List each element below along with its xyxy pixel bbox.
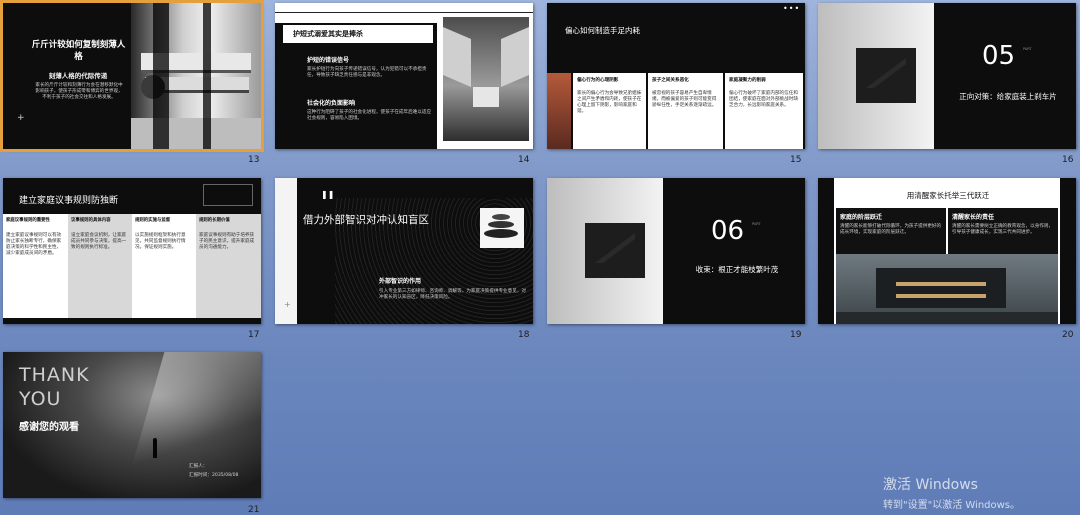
- section-title: 收束：根正才能枝繁叶茂: [695, 265, 779, 274]
- slide-thumbnail-20[interactable]: 用清醒家长托举三代跃迁 家庭的阶层跃迁 清醒的家长能够打破代际循环，为孩子提供更…: [818, 178, 1076, 324]
- slide-number: 20: [1062, 330, 1074, 340]
- building-photo: [836, 254, 1058, 324]
- column-card: 规则的长期价值 家庭议事规则有助于培养孩子的民主意识，提升家庭成员的沟通能力。: [196, 214, 261, 318]
- slide-title: 偏心如何制造手足内耗: [565, 26, 640, 35]
- thank-text: THANK: [19, 364, 90, 386]
- column-heading: 议事规则的具体内容: [71, 218, 111, 223]
- slide-body: 家长的斤斤计较和刻薄行为会在潜移默化中影响孩子，使孩子形成零和博弈的世界观，不利…: [35, 83, 123, 100]
- part-tag: PART: [752, 222, 761, 226]
- slide-number: 21: [248, 505, 260, 515]
- ground-shape: [131, 118, 261, 149]
- thanks-caption: 感谢您的观看: [19, 422, 79, 433]
- slide-thumbnail-17[interactable]: 建立家庭议事规则防独断 家庭议事规则的重要性 建立家庭议事规则可以有效防止家长独…: [3, 178, 261, 324]
- slide-number: 13: [248, 155, 260, 165]
- section-text: 清醒的家长需要树立正确的教育观念，以身作则，引导孩子健康成长，实现三代共同进步。: [952, 224, 1054, 235]
- plus-icon: +: [284, 300, 291, 309]
- section-heading: 护短的错误信号: [307, 57, 350, 64]
- text-card: 家庭的阶层跃迁 清醒的家长能够打破代际循环，为孩子提供更好的成长环境，实现家庭的…: [836, 208, 946, 254]
- column-heading: 家庭议事规则的重要性: [6, 218, 50, 223]
- top-rule: [275, 12, 533, 13]
- column-card: 偏心行为的心理阴影 家长的偏心行为会导致兄弟姐妹之间产生矛盾和内耗，使孩子在心理…: [573, 73, 646, 149]
- slide-number: 16: [1062, 155, 1074, 165]
- column-text: 家庭议事规则有助于培养孩子的民主意识，提升家庭成员的沟通能力。: [199, 233, 255, 250]
- column-heading: 孩子之间关系恶化: [652, 78, 689, 83]
- section-heading: 外部智识的作用: [379, 278, 422, 285]
- grid-lines: [203, 184, 253, 206]
- section-number: 06: [711, 216, 745, 246]
- reporter-label: 汇报人：: [189, 464, 208, 469]
- plus-icon: +: [17, 113, 25, 123]
- watermark-line-1: 激活 Windows: [883, 477, 978, 493]
- photo-strip: [547, 73, 571, 149]
- slide-subtitle: 刻薄人格的代际传递: [48, 72, 108, 80]
- side-bar-left: [818, 178, 834, 324]
- stone-image: [480, 208, 524, 248]
- footer-band: [3, 318, 261, 324]
- slide-thumbnail-15[interactable]: ••• 偏心如何制造手足内耗 偏心行为的心理阴影 家长的偏心行为会导致兄弟姐妹之…: [547, 3, 805, 149]
- section-heading: 社会化的负面影响: [307, 100, 356, 107]
- slide-title: 借力外部智识对冲认知盲区: [303, 214, 429, 226]
- slide-title: 建立家庭议事规则防独断: [19, 196, 119, 206]
- section-title: 正向对策：给家庭装上刹车片: [959, 92, 1057, 101]
- slide-thumbnail-14[interactable]: 护短式溺爱其实是捧杀 护短的错误信号 家长护短行为向孩子传递错误信号，认为犯错可…: [275, 3, 533, 149]
- section-heading: 清醒家长的责任: [952, 214, 995, 221]
- architecture-photo: [443, 17, 529, 141]
- slide-thumbnail-16[interactable]: 05 PART 正向对策：给家庭装上刹车片: [818, 3, 1076, 149]
- pause-icon: ❚❚: [321, 190, 335, 199]
- you-text: YOU: [19, 388, 62, 410]
- vertical-bar: [203, 3, 211, 149]
- column-text: 偏心行为破坏了家庭内部的信任和团结，使家庭在面对外部挑战时缺乏合力，长远影响家庭…: [729, 91, 798, 108]
- text-card: 清醒家长的责任 清醒的家长需要树立正确的教育观念，以身作则，引导孩子健康成长，实…: [948, 208, 1058, 254]
- column-heading: 家庭凝聚力的削弱: [729, 78, 766, 83]
- column-card: 家庭议事规则的重要性 建立家庭议事规则可以有效防止家长独断专行，确保家庭决策的科…: [3, 214, 68, 318]
- slide-13-photo-panel: [131, 3, 261, 149]
- vertical-bar: [153, 3, 169, 149]
- slide-thumbnail-19[interactable]: 06 PART 收束：根正才能枝繁叶茂: [547, 178, 805, 324]
- title-box: 护短式溺爱其实是捧杀: [283, 25, 433, 43]
- slide-number: 14: [518, 155, 530, 165]
- date-label: 汇报时间：2035/08/08: [189, 473, 239, 478]
- slide-number: 17: [248, 330, 260, 340]
- column-card: 家庭凝聚力的削弱 偏心行为破坏了家庭内部的信任和团结，使家庭在面对外部挑战时缺乏…: [725, 73, 803, 149]
- section-text: 这种行为阻碍了孩子的社会化进程，使孩子在成年后难以适应社会规则，容易陷入困境。: [307, 110, 432, 121]
- column-heading: 规则的实施与监督: [135, 218, 171, 223]
- windows-activation-watermark: 激活 Windows 转到"设置"以激活 Windows。: [883, 474, 1020, 511]
- slide-number: 18: [518, 330, 530, 340]
- stair-photo: [585, 223, 645, 278]
- part-tag: PART: [1023, 47, 1032, 51]
- watermark-line-2: 转到"设置"以激活 Windows。: [883, 500, 1021, 511]
- slide-title: 斤斤计较如何复制刻薄人格: [31, 40, 126, 62]
- slide-thumbnail-21[interactable]: THANK YOU 感谢您的观看 汇报人： 汇报时间：2035/08/08: [3, 352, 261, 498]
- column-card: 议事规则的具体内容 设立家庭会议机制，让家庭成员共同参与决策，提高一致的规则执行…: [68, 214, 132, 318]
- slide-thumbnail-18[interactable]: ❚❚ 借力外部智识对冲认知盲区 外部智识的作用 引入专业第三方如律师、咨询师、调…: [275, 178, 533, 324]
- column-card: 孩子之间关系恶化 被忽视的孩子容易产生自卑情绪，而被偏爱的孩子则可能变得骄纵任性…: [648, 73, 723, 149]
- column-heading: 偏心行为的心理阴影: [577, 78, 619, 83]
- section-number: 05: [982, 41, 1016, 71]
- column-text: 建立家庭议事规则可以有效防止家长独断专行，确保家庭决策的科学性和民主性，减少家庭…: [6, 233, 62, 256]
- side-bar-right: [1060, 178, 1076, 324]
- person-silhouette: [153, 438, 157, 458]
- column-text: 家长的偏心行为会导致兄弟姐妹之间产生矛盾和内耗，使孩子在心理上留下阴影，影响家庭…: [577, 91, 642, 114]
- section-text: 引入专业第三方如律师、咨询师、调解等，为家庭决策提供专业意见，对冲家长的认知盲区…: [379, 289, 527, 300]
- column-text: 被忽视的孩子容易产生自卑情绪，而被偏爱的孩子则可能变得骄纵任性，手足关系逐渐疏远…: [652, 91, 717, 108]
- column-heading: 规则的长期价值: [199, 218, 230, 223]
- section-text: 家长护短行为向孩子传递错误信号，认为犯错可以不承担责任，导致孩子缺乏责任感与是非…: [307, 67, 427, 78]
- section-heading: 家庭的阶层跃迁: [840, 214, 883, 221]
- slide-title: 用清醒家长托举三代跃迁: [906, 191, 990, 200]
- column-card: 规则的实施与监督 以实施规则框架和执行意见，共同监督规则执行情况，保证规则实施。: [132, 214, 196, 318]
- dots-icon: •••: [783, 4, 801, 13]
- slide-number: 19: [790, 330, 802, 340]
- slide-number: 15: [790, 155, 802, 165]
- stair-photo: [856, 48, 916, 103]
- section-text: 清醒的家长能够打破代际循环，为孩子提供更好的成长环境，实现家庭的阶层跃迁。: [840, 224, 942, 235]
- slide-thumbnail-13[interactable]: 斤斤计较如何复制刻薄人格 刻薄人格的代际传递 家长的斤斤计较和刻薄行为会在潜移默…: [0, 0, 264, 152]
- column-text: 以实施规则框架和执行意见，共同监督规则执行情况，保证规则实施。: [135, 233, 186, 250]
- column-text: 设立家庭会议机制，让家庭成员共同参与决策，提高一致的规则执行标准。: [71, 233, 127, 250]
